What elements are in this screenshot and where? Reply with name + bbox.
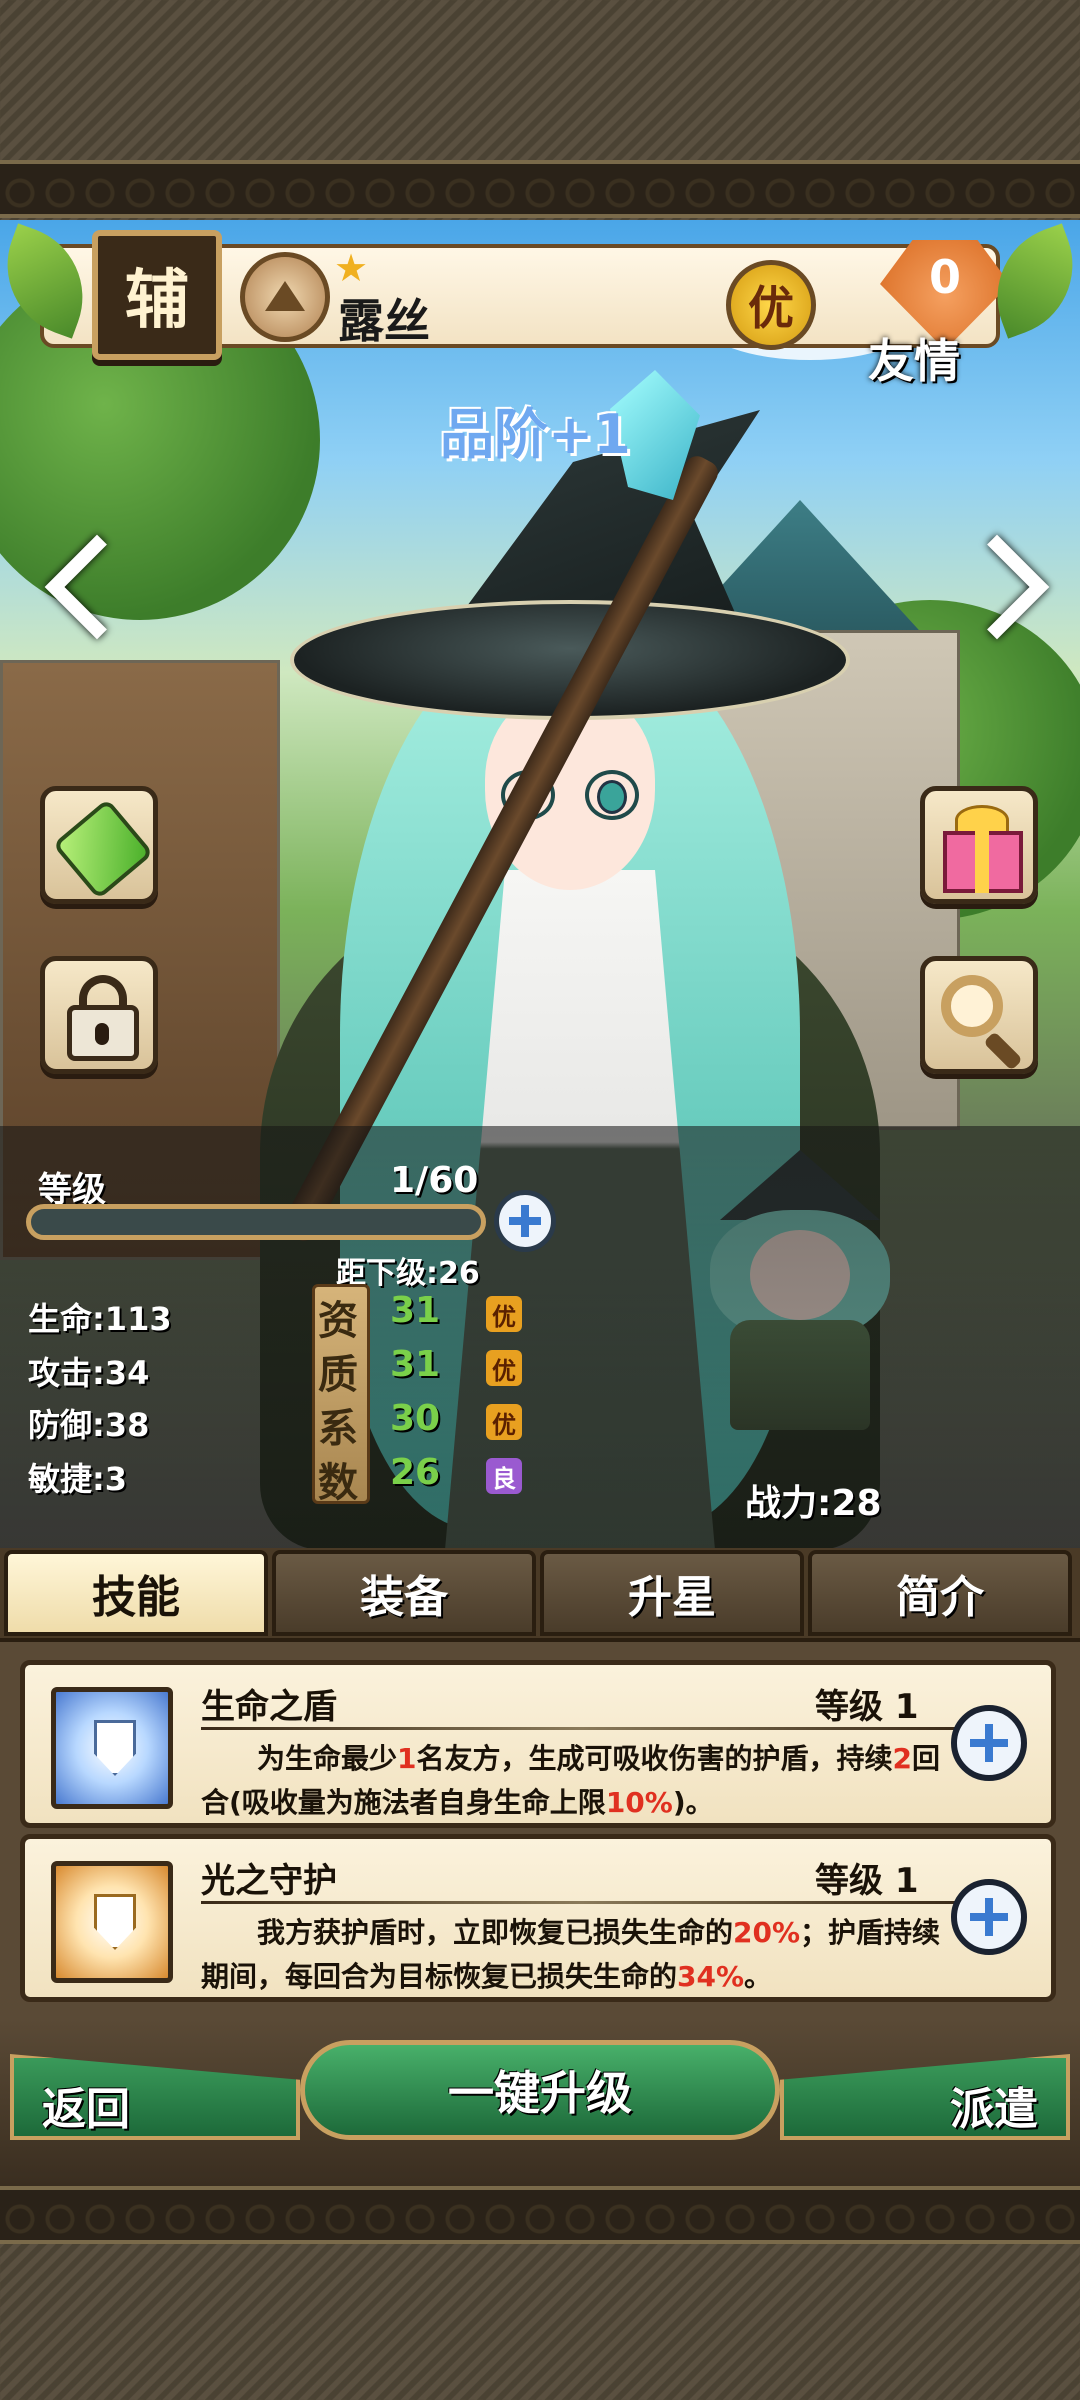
aptitude-char: 质 — [318, 1352, 358, 1398]
tab-star-up[interactable]: 升星 — [540, 1550, 804, 1636]
tab-skills[interactable]: 技能 — [4, 1550, 268, 1636]
magnifier-button[interactable] — [920, 956, 1038, 1074]
skill-level: 等级 1 — [815, 1861, 919, 1901]
friendship-label: 友情 — [868, 334, 960, 388]
desc-text: 我方获护盾时，立即恢复已损失生命的 — [257, 1916, 734, 1949]
stat-attack: 攻击:34 — [28, 1354, 150, 1392]
magnifier-handle — [983, 1031, 1023, 1071]
skill-divider — [201, 1727, 961, 1730]
role-badge: 辅 — [92, 230, 222, 360]
skill-level: 等级 1 — [815, 1687, 919, 1727]
aptitude-grade-badge: 优 — [486, 1296, 522, 1332]
desc-text: 名友方，生成可吸收伤害的护盾，持续 — [416, 1742, 893, 1775]
shield-icon — [94, 1720, 136, 1776]
shield-icon — [94, 1894, 136, 1950]
desc-highlight: 2 — [892, 1742, 912, 1775]
skill-divider — [201, 1901, 961, 1904]
skill-name: 生命之盾 — [201, 1687, 337, 1727]
skill-description: 我方获护盾时，立即恢复已损失生命的20%；护盾持续期间，每回合为目标恢复已损失生… — [201, 1911, 961, 1999]
star-icon: ★ — [334, 246, 369, 290]
level-progress-bar — [26, 1204, 486, 1240]
stat-hp: 生命:113 — [28, 1300, 172, 1338]
tab-profile[interactable]: 简介 — [808, 1550, 1072, 1636]
aptitude-value: 31 — [390, 1290, 441, 1331]
potion-icon — [52, 798, 154, 900]
lock-button[interactable] — [40, 956, 158, 1074]
skill-name: 光之守护 — [201, 1861, 337, 1901]
stat-defense: 防御:38 — [28, 1406, 150, 1444]
potion-button[interactable] — [40, 786, 158, 904]
shield-skill-icon[interactable] — [51, 1687, 173, 1809]
top-decorative-border — [0, 160, 1080, 218]
battle-power: 战力:28 — [745, 1483, 882, 1524]
desc-highlight: 20% — [733, 1916, 801, 1949]
desc-highlight: 10% — [605, 1786, 673, 1819]
skill-upgrade-plus-button[interactable] — [951, 1879, 1027, 1955]
keyhole — [95, 1023, 109, 1045]
desc-highlight: 1 — [397, 1742, 417, 1775]
aptitude-char: 资 — [318, 1298, 358, 1344]
desc-text: 为生命最少 — [257, 1742, 398, 1775]
gift-button[interactable] — [920, 786, 1038, 904]
eye — [597, 780, 627, 814]
level-up-plus-button[interactable] — [494, 1190, 556, 1252]
skill-card: 生命之盾 等级 1 为生命最少1名友方，生成可吸收伤害的护盾，持续2回合(吸收量… — [20, 1660, 1056, 1828]
skill-description: 为生命最少1名友方，生成可吸收伤害的护盾，持续2回合(吸收量为施法者自身生命上限… — [201, 1737, 961, 1825]
aptitude-value: 30 — [390, 1398, 441, 1439]
magnifier-icon — [941, 975, 1003, 1037]
mountain-icon — [240, 252, 330, 342]
level-value: 1/60 — [390, 1160, 479, 1201]
aptitude-char: 系 — [318, 1406, 358, 1452]
skill-card: 光之守护 等级 1 我方获护盾时，立即恢复已损失生命的20%；护盾持续期间，每回… — [20, 1834, 1056, 2002]
quality-badge: 优 — [726, 260, 816, 350]
aptitude-grade-badge: 优 — [486, 1350, 522, 1386]
aptitude-char: 数 — [318, 1460, 358, 1506]
light-guard-skill-icon[interactable] — [51, 1861, 173, 1983]
desc-highlight: 34% — [677, 1960, 745, 1993]
character-name: 露丝 — [338, 294, 430, 348]
desc-text: )。 — [672, 1786, 714, 1819]
one-click-upgrade-button[interactable]: 一键升级 — [300, 2040, 780, 2140]
aptitude-grade-badge: 良 — [486, 1458, 522, 1494]
previous-character-arrow-icon[interactable] — [32, 520, 112, 670]
aptitude-grade-badge: 优 — [486, 1404, 522, 1440]
stat-agility: 敏捷:3 — [28, 1460, 128, 1498]
aptitude-value: 31 — [390, 1344, 441, 1385]
desc-text: 。 — [744, 1960, 773, 1993]
bottom-decorative-border — [0, 2186, 1080, 2244]
tab-equipment[interactable]: 装备 — [272, 1550, 536, 1636]
skill-upgrade-plus-button[interactable] — [951, 1705, 1027, 1781]
next-character-arrow-icon[interactable] — [970, 520, 1050, 670]
aptitude-value: 26 — [390, 1452, 441, 1493]
grade-title: 品阶+1 — [440, 403, 631, 466]
gift-ribbon — [975, 831, 989, 893]
